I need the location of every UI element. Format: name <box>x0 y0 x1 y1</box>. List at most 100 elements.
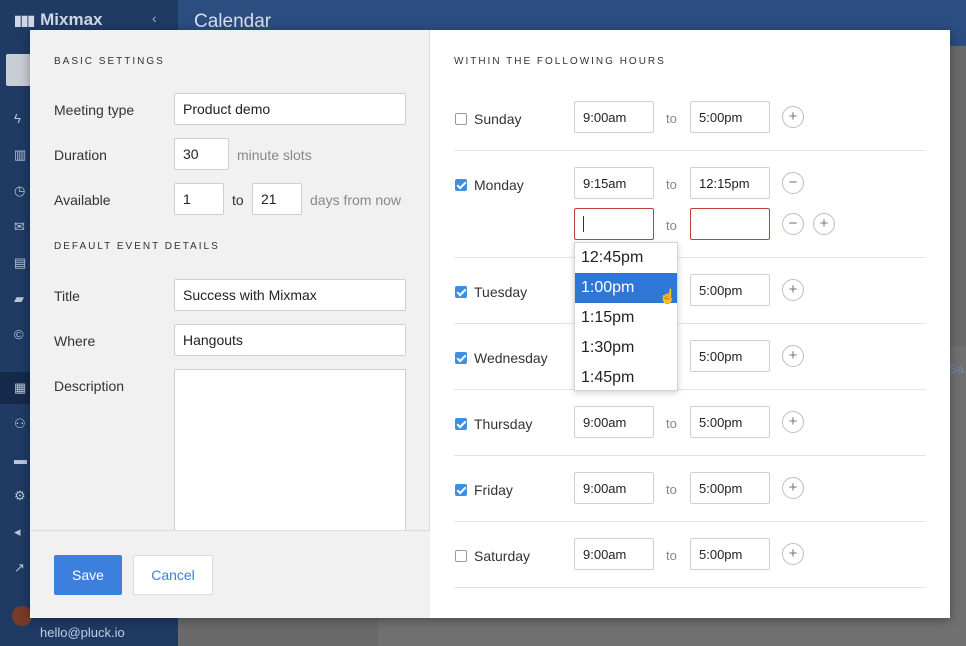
meeting-type-input[interactable]: Product demo <box>174 93 406 125</box>
chart-icon[interactable]: ▥ <box>14 148 30 162</box>
meeting-settings-modal: BASIC SETTINGS Meeting type Product demo… <box>30 30 950 618</box>
description-textarea[interactable] <box>174 369 406 539</box>
add-range-icon[interactable]: + <box>782 477 804 499</box>
clock-icon[interactable]: ◷ <box>14 184 30 198</box>
time-option-selected[interactable]: 1:00pm ☝ <box>575 273 677 304</box>
day-label: Wednesday <box>474 350 548 366</box>
available-from-input[interactable]: 1 <box>174 183 224 215</box>
hours-heading: WITHIN THE FOLLOWING HOURS <box>454 56 666 67</box>
day-label: Sunday <box>474 111 522 127</box>
duration-unit: minute slots <box>237 147 312 163</box>
to-label: to <box>666 416 677 431</box>
tuesday-checkbox[interactable] <box>455 286 467 298</box>
where-label: Where <box>54 333 96 349</box>
card-icon[interactable]: ▬ <box>14 453 30 467</box>
remove-range-icon[interactable]: − <box>782 213 804 235</box>
title-label: Title <box>54 288 80 304</box>
sunday-checkbox[interactable] <box>455 113 467 125</box>
day-label: Saturday <box>474 548 531 564</box>
day-row-sunday: Sunday 9:00am to 5:00pm + <box>454 86 926 151</box>
wednesday-end-input[interactable]: 5:00pm <box>690 340 770 372</box>
modal-footer: Save Cancel <box>30 530 430 618</box>
day-row-saturday: Saturday 9:00am to 5:00pm + <box>454 522 926 588</box>
add-range-icon[interactable]: + <box>782 543 804 565</box>
saturday-checkbox[interactable] <box>455 550 467 562</box>
cancel-button[interactable]: Cancel <box>133 555 213 595</box>
text-caret <box>583 216 584 232</box>
available-to-input[interactable]: 21 <box>252 183 302 215</box>
monday-checkbox[interactable] <box>455 179 467 191</box>
day-row-tuesday: Tuesday 5:00pm + <box>454 258 926 324</box>
available-to-word: to <box>232 192 244 208</box>
add-range-icon[interactable]: + <box>813 213 835 235</box>
avatar[interactable] <box>12 606 32 626</box>
add-range-icon[interactable]: + <box>782 345 804 367</box>
add-range-icon[interactable]: + <box>782 279 804 301</box>
thursday-checkbox[interactable] <box>455 418 467 430</box>
friday-checkbox[interactable] <box>455 484 467 496</box>
account-email: hello@pluck.io <box>40 625 125 640</box>
save-button[interactable]: Save <box>54 555 122 595</box>
remove-range-icon[interactable]: − <box>782 172 804 194</box>
time-option[interactable]: 1:45pm <box>575 363 677 393</box>
to-label: to <box>666 177 677 192</box>
monday-extra-start-input[interactable] <box>574 208 654 240</box>
wednesday-checkbox[interactable] <box>455 352 467 364</box>
document-icon[interactable]: ▤ <box>14 256 30 270</box>
available-label: Available <box>54 192 111 208</box>
gear-icon[interactable]: ⚙ <box>14 489 30 503</box>
duration-input[interactable]: 30 <box>174 138 229 170</box>
duration-label: Duration <box>54 147 107 163</box>
to-label: to <box>666 482 677 497</box>
calendar-icon[interactable]: ▦ <box>14 381 30 395</box>
saturday-start-input[interactable]: 9:00am <box>574 538 654 570</box>
day-label: Tuesday <box>474 284 528 300</box>
day-row-monday: Monday 9:15am to 12:15pm − to − + <box>454 151 926 258</box>
time-dropdown: 12:45pm 1:00pm ☝ 1:15pm 1:30pm 1:45pm <box>574 242 678 391</box>
monday-extra-end-input[interactable] <box>690 208 770 240</box>
friday-start-input[interactable]: 9:00am <box>574 472 654 504</box>
copyright-icon[interactable]: © <box>14 328 30 342</box>
lightning-icon[interactable]: ϟ <box>14 112 30 126</box>
to-label: to <box>666 111 677 126</box>
book-icon[interactable]: ▰ <box>14 292 30 306</box>
day-row-thursday: Thursday 9:00am to 5:00pm + <box>454 390 926 456</box>
time-option-label: 1:00pm <box>581 279 635 296</box>
add-range-icon[interactable]: + <box>782 106 804 128</box>
day-row-wednesday: Wednesday 5:00pm + <box>454 324 926 390</box>
event-details-heading: DEFAULT EVENT DETAILS <box>54 241 220 252</box>
title-input[interactable]: Success with Mixmax <box>174 279 406 311</box>
sunday-end-input[interactable]: 5:00pm <box>690 101 770 133</box>
day-label: Friday <box>474 482 513 498</box>
to-label: to <box>666 218 677 233</box>
tuesday-end-input[interactable]: 5:00pm <box>690 274 770 306</box>
brand[interactable]: ▮▮▮ Mixmax <box>14 10 103 30</box>
saturday-end-input[interactable]: 5:00pm <box>690 538 770 570</box>
brand-name: Mixmax <box>40 10 103 29</box>
time-option[interactable]: 1:15pm <box>575 303 677 333</box>
settings-panel: BASIC SETTINGS Meeting type Product demo… <box>30 30 430 618</box>
meeting-type-label: Meeting type <box>54 102 135 118</box>
friday-end-input[interactable]: 5:00pm <box>690 472 770 504</box>
thursday-start-input[interactable]: 9:00am <box>574 406 654 438</box>
collapse-sidebar-icon[interactable]: ‹ <box>152 10 157 26</box>
add-range-icon[interactable]: + <box>782 411 804 433</box>
to-label: to <box>666 548 677 563</box>
mail-icon[interactable]: ✉ <box>14 220 30 234</box>
where-input[interactable]: Hangouts <box>174 324 406 356</box>
share-icon[interactable]: ↗ <box>14 561 30 575</box>
hours-panel: WITHIN THE FOLLOWING HOURS Sunday 9:00am… <box>430 30 950 618</box>
time-option[interactable]: 1:30pm <box>575 333 677 363</box>
time-option[interactable]: 12:45pm <box>575 243 677 273</box>
background-peek-text: Sa <box>948 361 964 376</box>
basic-settings-heading: BASIC SETTINGS <box>54 56 165 67</box>
megaphone-icon[interactable]: ◂ <box>14 525 30 539</box>
compose-nav-item[interactable] <box>6 54 32 86</box>
monday-start-input[interactable]: 9:15am <box>574 167 654 199</box>
thursday-end-input[interactable]: 5:00pm <box>690 406 770 438</box>
sunday-start-input[interactable]: 9:00am <box>574 101 654 133</box>
description-label: Description <box>54 378 125 394</box>
team-icon[interactable]: ⚇ <box>14 417 30 431</box>
monday-end-input[interactable]: 12:15pm <box>690 167 770 199</box>
day-label: Monday <box>474 177 524 193</box>
